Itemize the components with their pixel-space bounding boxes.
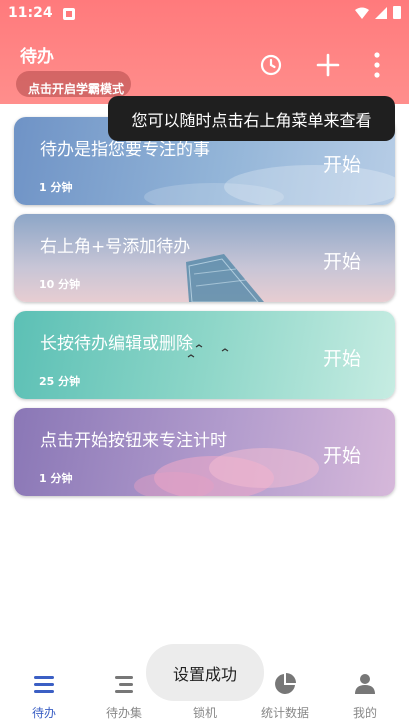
- start-button[interactable]: 开始: [323, 344, 361, 371]
- study-mode-label: 点击开启学霸模式: [28, 82, 125, 96]
- signal-icon: [375, 6, 387, 19]
- add-icon: [316, 53, 340, 77]
- start-button[interactable]: 开始: [323, 441, 361, 468]
- nav-item-todo[interactable]: 待办: [3, 660, 85, 728]
- nav-label: 统计数据: [260, 706, 309, 720]
- clock-button[interactable]: [256, 50, 286, 80]
- status-time: 11:24: [8, 5, 53, 21]
- todo-card[interactable]: 点击开始按钮来专注计时 1 分钟 开始: [14, 408, 395, 496]
- toast-message: 设置成功: [146, 644, 264, 701]
- pie-chart-icon: [275, 673, 296, 694]
- nav-item-profile[interactable]: 我的: [324, 660, 406, 728]
- more-menu-button[interactable]: [362, 50, 392, 80]
- nav-label: 我的: [352, 706, 377, 720]
- todo-card[interactable]: 右上角+号添加待办 10 分钟 开始: [14, 214, 395, 302]
- todo-set-icon: [115, 676, 133, 693]
- todo-card[interactable]: 长按待办编辑或删除 25 分钟 开始: [14, 311, 395, 399]
- nav-label: 锁机: [192, 706, 217, 720]
- status-icons: [355, 6, 401, 19]
- app-header: 11:24 待办 点击开启学霸模式: [0, 0, 409, 104]
- menu-hint-tooltip: 您可以随时点击右上角菜单来查看: [108, 96, 395, 141]
- nav-label: 待办: [31, 706, 56, 720]
- start-button[interactable]: 开始: [323, 247, 361, 274]
- add-todo-button[interactable]: [313, 50, 343, 80]
- todo-list-icon: [34, 676, 54, 693]
- todo-name: 点击开始按钮来专注计时: [40, 431, 227, 451]
- more-vert-icon: [374, 52, 380, 78]
- clock-icon: [260, 54, 282, 76]
- wifi-icon: [355, 7, 369, 19]
- page-title: 待办: [20, 47, 54, 67]
- start-button[interactable]: 开始: [323, 150, 361, 177]
- battery-icon: [393, 6, 401, 19]
- todo-duration: 25 分钟: [39, 375, 81, 388]
- todo-duration: 1 分钟: [39, 472, 73, 485]
- nav-label: 待办集: [105, 706, 142, 720]
- status-bar: 11:24: [0, 0, 409, 30]
- todo-duration: 1 分钟: [39, 181, 73, 194]
- study-mode-chip[interactable]: 点击开启学霸模式: [16, 71, 131, 97]
- todo-name: 长按待办编辑或删除: [40, 334, 193, 354]
- todo-duration: 10 分钟: [39, 278, 81, 291]
- notification-app-icon: [63, 8, 75, 20]
- todo-name: 右上角+号添加待办: [40, 237, 191, 257]
- person-icon: [355, 674, 375, 694]
